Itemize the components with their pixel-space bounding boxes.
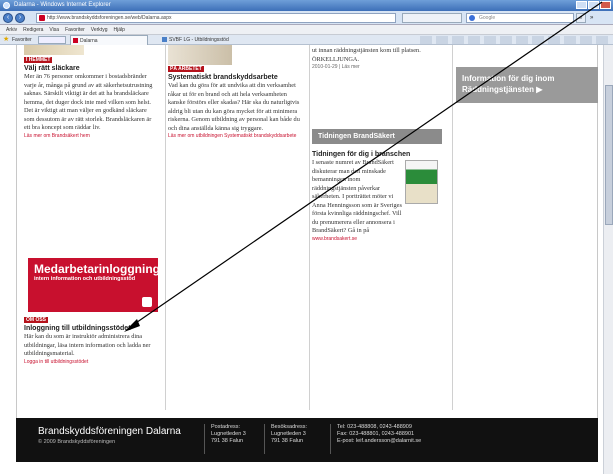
favorites-bar: ★ Favoriter Dalarna SVBF LG - Utbildning… [0, 35, 613, 45]
search-placeholder: Google [479, 15, 496, 21]
site-favicon-icon [39, 15, 45, 21]
web-page: I HEMMET Välj rätt släckare Mer än 76 pe… [0, 45, 613, 474]
article-body: Här kan du som är instruktör administrer… [24, 333, 151, 357]
article-heading[interactable]: Tidningen för dig i branschen [312, 150, 448, 159]
login-banner-subtitle: intern information och utbildningsstöd [34, 276, 136, 282]
login-article: OM OSS Inloggning till utbildningsstödet… [24, 317, 158, 366]
search-button-icon[interactable]: ⌕ [576, 13, 586, 23]
menu-visa[interactable]: Visa [49, 25, 59, 34]
article-body: Mer än 76 personer omkommer i bostadsbrä… [24, 73, 153, 131]
forward-arrow-icon[interactable]: › [15, 13, 25, 23]
quick-tabs-icon[interactable] [38, 36, 66, 44]
tab-favicon-icon [73, 38, 78, 43]
category-badge: PÅ ARBETET [168, 66, 204, 72]
vertical-scrollbar[interactable] [603, 45, 613, 474]
command-bar-icons[interactable] [420, 36, 610, 44]
article-heading[interactable]: Inloggning till utbildningsstödet [24, 324, 158, 333]
banner-arrow-icon [142, 297, 152, 307]
ie-logo-icon [3, 2, 10, 9]
favorites-label[interactable]: Favoriter [12, 35, 32, 45]
footer-contact: Tel: 023-488808, 0243-488909 Fax: 023-48… [330, 424, 421, 454]
login-banner[interactable]: Medarbetarinloggning intern information … [28, 258, 160, 312]
tab-svbf[interactable]: SVBF LG - Utbildningsstöd [160, 35, 270, 45]
tab-dalarna[interactable]: Dalarna [70, 35, 148, 45]
address-input[interactable]: http://www.brandskyddsforeningen.se/web/… [36, 13, 396, 23]
google-icon [469, 15, 475, 21]
article-body: I senaste numret av BrandSäkert diskuter… [312, 159, 402, 234]
window-title: Dalarna - Windows Internet Explorer [14, 2, 111, 8]
search-input[interactable]: Google [466, 13, 574, 23]
favorites-star-icon[interactable]: ★ [3, 36, 9, 44]
site-footer: Brandskyddsföreningen Dalarna © 2009 Bra… [16, 418, 598, 462]
footer-email-link[interactable]: E-post: leif.andersson@dalarnit.se [337, 438, 421, 445]
article-body: Vad kan du göra för att undvika att din … [168, 82, 300, 132]
footer-copyright: © 2009 Brandskyddsföreningen [38, 439, 116, 445]
category-badge: I HEMMET [24, 57, 53, 63]
menu-bar: Arkiv Redigera Visa Favoriter Verktyg Hj… [0, 25, 613, 35]
window-controls [576, 1, 611, 9]
tab-favicon-icon [162, 37, 167, 42]
article-heading[interactable]: Systematiskt brandskyddsarbete [168, 73, 304, 82]
column-divider [452, 45, 453, 410]
refresh-stop-icons[interactable] [402, 13, 462, 23]
news-date-link[interactable]: 2010-01-29 | Läs mer [312, 64, 448, 71]
news-snippet: ut innan räddningstjänsten kom till plat… [312, 47, 421, 63]
info-banner-button[interactable]: Information för dig inom Räddningstjänst… [456, 67, 598, 103]
footer-visit: Besöksadress: Lugnetleden 3 791 38 Falun [264, 424, 307, 454]
article-image [24, 45, 84, 55]
read-more-link[interactable]: Läs mer om utbildningen Systematiskt bra… [168, 133, 304, 140]
footer-postal: Postadress: Lugnetleden 3 791 38 Falun [204, 424, 246, 454]
menu-redigera[interactable]: Redigera [23, 25, 43, 34]
article-home: I HEMMET Välj rätt släckare Mer än 76 pe… [24, 57, 158, 140]
magazine-link[interactable]: www.brandsakert.se [312, 236, 448, 243]
category-badge: OM OSS [24, 317, 49, 323]
column-divider [165, 45, 166, 410]
read-more-link[interactable]: Läs mer om Brandsäkert hem [24, 133, 158, 140]
menu-favoriter[interactable]: Favoriter [65, 25, 85, 34]
article-heading[interactable]: Välj rätt släckare [24, 64, 158, 73]
menu-verktyg[interactable]: Verktyg [91, 25, 108, 34]
login-link[interactable]: Logga in till utbildningsstödet [24, 359, 158, 366]
address-value: http://www.brandskyddsforeningen.se/web/… [47, 15, 172, 21]
close-window-button[interactable] [600, 1, 611, 9]
minimize-button[interactable] [576, 1, 587, 9]
address-toolbar: ‹ › http://www.brandskyddsforeningen.se/… [0, 11, 613, 25]
chevron-right-icon[interactable]: » [590, 13, 593, 23]
article-work: PÅ ARBETET Systematiskt brandskyddsarbet… [168, 66, 304, 140]
menu-hjalp[interactable]: Hjälp [113, 25, 124, 34]
footer-brand: Brandskyddsföreningen Dalarna [38, 426, 181, 437]
back-arrow-icon[interactable]: ‹ [3, 13, 13, 23]
maximize-button[interactable] [588, 1, 599, 9]
magazine-cover-image[interactable] [405, 160, 438, 204]
menu-arkiv[interactable]: Arkiv [6, 25, 17, 34]
section-tab-brandsakert[interactable]: Tidningen BrandSäkert [312, 129, 442, 144]
column-divider [309, 45, 310, 410]
news-column: ut innan räddningstjänsten kom till plat… [312, 47, 448, 71]
article-image [168, 45, 232, 65]
window-titlebar: Dalarna - Windows Internet Explorer [0, 0, 613, 11]
scrollbar-thumb[interactable] [605, 85, 613, 225]
login-banner-title: Medarbetarinloggning [34, 262, 160, 276]
